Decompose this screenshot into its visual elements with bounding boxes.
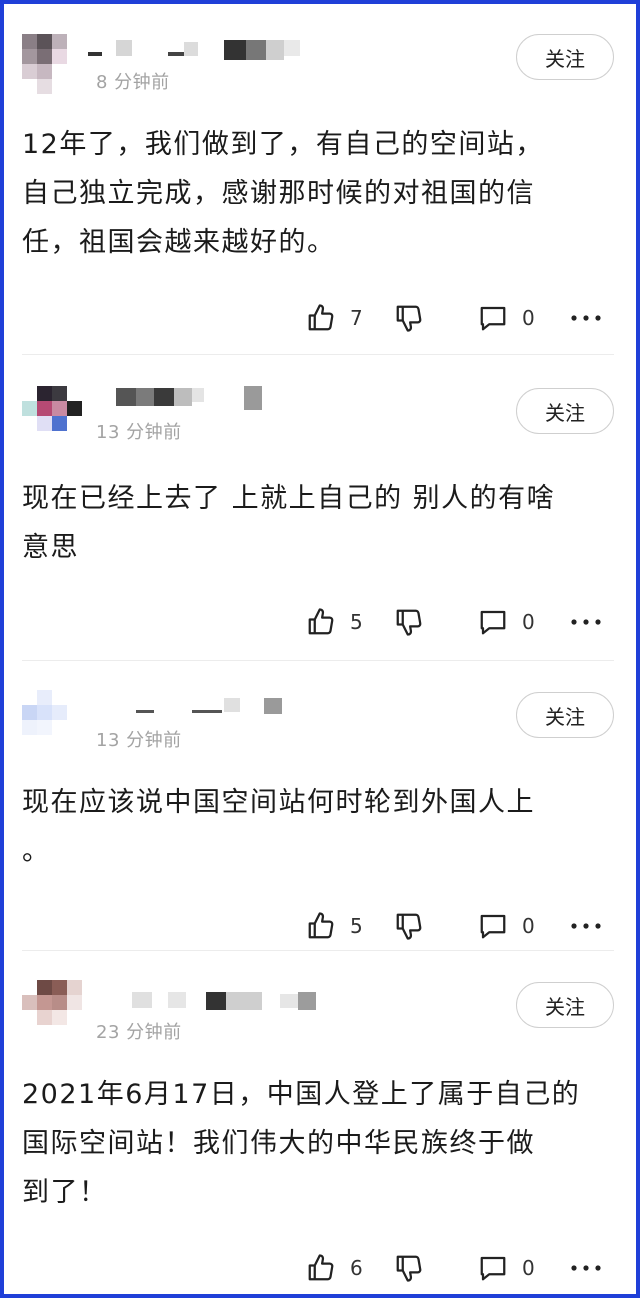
thumbs-down-icon (394, 1253, 424, 1283)
avatar[interactable] (22, 690, 82, 750)
more-icon (570, 921, 602, 931)
like-button[interactable]: 5 (306, 906, 363, 946)
divider (22, 950, 614, 951)
follow-button[interactable]: 关注 (516, 34, 614, 80)
username[interactable] (80, 386, 300, 410)
comment-text: 现在应该说中国空间站何时轮到外国人上 。 (22, 787, 535, 867)
reply-count: 0 (522, 1256, 535, 1280)
avatar[interactable] (22, 34, 82, 94)
comment-actions: 7 0 (8, 298, 636, 338)
like-button[interactable]: 6 (306, 1248, 363, 1288)
thumbs-up-icon (306, 911, 336, 941)
timestamp: 23 分钟前 (96, 1022, 182, 1043)
reply-button[interactable]: 0 (478, 1248, 535, 1288)
dislike-button[interactable] (394, 906, 424, 946)
thumbs-down-icon (394, 303, 424, 333)
reply-button[interactable]: 0 (478, 602, 535, 642)
more-button[interactable] (570, 1248, 602, 1288)
thumbs-up-icon (306, 607, 336, 637)
comment-icon (478, 911, 508, 941)
more-button[interactable] (570, 298, 602, 338)
reply-button[interactable]: 0 (478, 906, 535, 946)
reply-count: 0 (522, 914, 535, 938)
username[interactable] (80, 690, 300, 714)
follow-button[interactable]: 关注 (516, 982, 614, 1028)
comment-text: 现在已经上去了 上就上自己的 别人的有啥 意思 (22, 483, 556, 563)
comment-actions: 5 0 (8, 906, 636, 946)
more-button[interactable] (570, 906, 602, 946)
more-icon (570, 313, 602, 323)
follow-button[interactable]: 关注 (516, 692, 614, 738)
like-button[interactable]: 5 (306, 602, 363, 642)
like-count: 5 (350, 914, 363, 938)
thumbs-up-icon (306, 1253, 336, 1283)
reply-count: 0 (522, 306, 535, 330)
comment-item: 13 分钟前 关注 现在应该说中国空间站何时轮到外国人上 。 5 0 (8, 690, 636, 954)
comment-item: 23 分钟前 关注 2021年6月17日，中国人登上了属于自己的 国际空间站！我… (8, 980, 636, 1290)
comment-actions: 6 0 (8, 1248, 636, 1288)
avatar[interactable] (22, 386, 82, 446)
divider (22, 354, 614, 355)
comment-actions: 5 0 (8, 602, 636, 642)
timestamp: 8 分钟前 (96, 72, 170, 93)
reply-count: 0 (522, 610, 535, 634)
like-button[interactable]: 7 (306, 298, 363, 338)
comment-text: 2021年6月17日，中国人登上了属于自己的 国际空间站！我们伟大的中华民族终于… (22, 1079, 581, 1208)
comment-item: 8 分钟前 关注 12年了，我们做到了，有自己的空间站， 自己独立完成，感谢那时… (8, 34, 636, 354)
thumbs-down-icon (394, 607, 424, 637)
timestamp: 13 分钟前 (96, 422, 182, 443)
avatar[interactable] (22, 980, 82, 1040)
thumbs-up-icon (306, 303, 336, 333)
comment-icon (478, 303, 508, 333)
username[interactable] (80, 980, 316, 1010)
like-count: 5 (350, 610, 363, 634)
comment-icon (478, 607, 508, 637)
comment-item: 13 分钟前 关注 现在已经上去了 上就上自己的 别人的有啥 意思 5 0 (8, 386, 636, 654)
reply-button[interactable]: 0 (478, 298, 535, 338)
more-icon (570, 1263, 602, 1273)
comment-icon (478, 1253, 508, 1283)
dislike-button[interactable] (394, 602, 424, 642)
comment-feed: 8 分钟前 关注 12年了，我们做到了，有自己的空间站， 自己独立完成，感谢那时… (0, 0, 640, 1298)
divider (22, 660, 614, 661)
like-count: 6 (350, 1256, 363, 1280)
more-icon (570, 617, 602, 627)
dislike-button[interactable] (394, 1248, 424, 1288)
dislike-button[interactable] (394, 298, 424, 338)
thumbs-down-icon (394, 911, 424, 941)
timestamp: 13 分钟前 (96, 730, 182, 751)
like-count: 7 (350, 306, 363, 330)
follow-button[interactable]: 关注 (516, 388, 614, 434)
username[interactable] (80, 34, 300, 60)
more-button[interactable] (570, 602, 602, 642)
comment-text: 12年了，我们做到了，有自己的空间站， 自己独立完成，感谢那时候的对祖国的信 任… (22, 129, 544, 258)
